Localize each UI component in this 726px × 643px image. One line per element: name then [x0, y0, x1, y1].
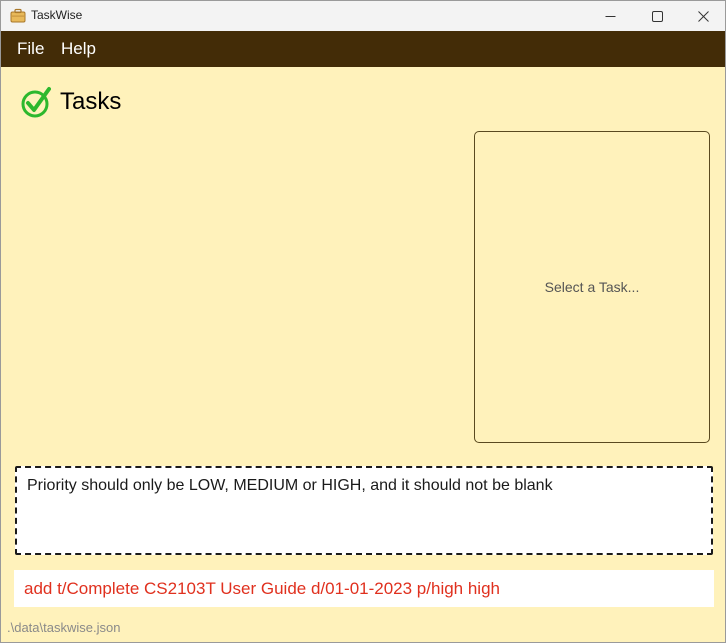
minimize-button[interactable]: [587, 1, 633, 31]
menu-file[interactable]: File: [17, 39, 44, 59]
command-box[interactable]: [14, 570, 714, 607]
close-icon: [697, 10, 709, 22]
app-window: TaskWise File Help Tasks Select a Task..…: [0, 0, 726, 643]
task-detail-panel: Select a Task...: [474, 131, 710, 443]
menu-help[interactable]: Help: [61, 39, 96, 59]
task-list[interactable]: [1, 131, 466, 443]
window-title: TaskWise: [31, 8, 83, 22]
minimize-icon: [605, 15, 615, 17]
result-display[interactable]: Priority should only be LOW, MEDIUM or H…: [15, 466, 713, 555]
check-circle-icon: [21, 87, 51, 118]
result-message: Priority should only be LOW, MEDIUM or H…: [27, 477, 553, 494]
page-title: Tasks: [60, 88, 122, 115]
maximize-icon: [651, 10, 663, 22]
menu-bar: File Help: [1, 31, 725, 67]
title-bar[interactable]: TaskWise: [1, 1, 725, 31]
close-button[interactable]: [680, 1, 725, 31]
detail-placeholder: Select a Task...: [544, 279, 640, 295]
command-input[interactable]: [24, 579, 704, 599]
status-file-path: .\data\taskwise.json: [7, 620, 121, 635]
maximize-button[interactable]: [634, 1, 680, 31]
app-briefcase-icon: [10, 8, 26, 23]
